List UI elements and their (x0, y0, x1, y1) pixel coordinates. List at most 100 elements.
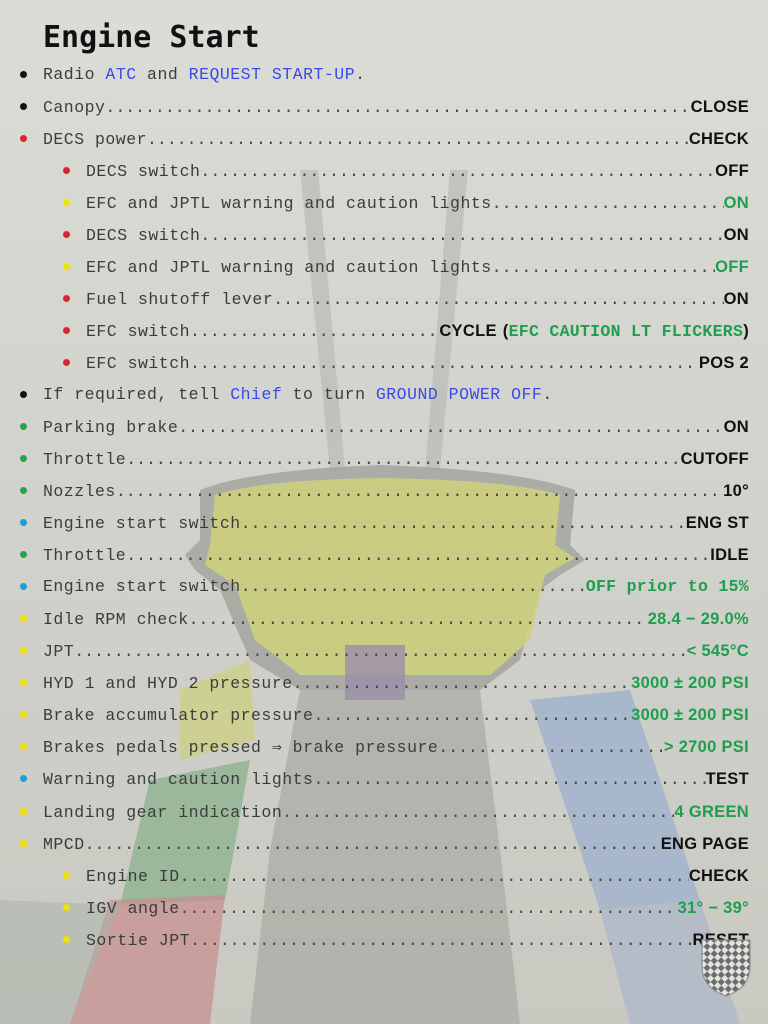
black-bullet-icon (20, 391, 27, 398)
red-bullet-icon (63, 327, 70, 334)
item-value: OFF (715, 162, 749, 180)
item-label: Brake accumulator pressure (43, 706, 314, 725)
chief-instruction: If required, tell Chief to turn GROUND P… (43, 384, 553, 406)
item-value: > 2700 PSI (663, 738, 749, 756)
item-label: MPCD (43, 835, 85, 854)
green-bullet-icon (20, 455, 27, 462)
black-bullet-icon (20, 103, 27, 110)
checklist-item-engine-start-eng-st: Engine start switch ENG ST (0, 512, 768, 534)
item-value: ON (723, 194, 749, 212)
green-bullet-icon (20, 487, 27, 494)
radio-instruction: Radio ATC and REQUEST START-UP. (43, 64, 366, 86)
item-label: DECS power (43, 130, 148, 149)
item-label: Fuel shutoff lever (86, 290, 274, 309)
item-label: EFC switch (86, 322, 191, 341)
atc-keyword: ATC (105, 65, 137, 84)
item-value: 3000 ± 200 PSI (631, 674, 749, 692)
black-bullet-icon (20, 71, 27, 78)
item-value: POS 2 (698, 354, 749, 372)
checklist-item-nozzles: Nozzles 10° (0, 480, 768, 502)
item-label: EFC switch (86, 354, 191, 373)
item-label: Brakes pedals pressed ⇒ brake pressure (43, 738, 439, 757)
radio-text-2: and (147, 65, 179, 84)
yellow-bullet-icon (63, 936, 70, 943)
red-bullet-icon (63, 167, 70, 174)
checklist-item-idle-rpm: Idle RPM check 28.4 − 29.0% (0, 608, 768, 630)
checkered-crest-icon (701, 939, 751, 997)
checklist-item-fuel-shutoff: Fuel shutoff lever ON (0, 288, 768, 310)
yellow-bullet-icon (20, 615, 27, 622)
item-value: TEST (705, 770, 749, 788)
checklist-item-efc-lights-off: EFC and JPTL warning and caution lights O… (0, 256, 768, 278)
item-label: Warning and caution lights (43, 770, 314, 789)
item-value: ON (723, 226, 749, 244)
checklist-item-brake-pedals: Brakes pedals pressed ⇒ brake pressure > … (0, 736, 768, 758)
checklist-item-efc-pos2: EFC switch POS 2 (0, 352, 768, 374)
item-label: Engine start switch (43, 514, 241, 533)
item-label: Landing gear indication (43, 803, 283, 822)
checklist-item-engine-start-off: Engine start switch OFF prior to 15% (0, 576, 768, 598)
item-value: 3000 ± 200 PSI (631, 706, 749, 724)
blue-bullet-icon (20, 775, 27, 782)
checklist-item-efc-lights-on: EFC and JPTL warning and caution lights O… (0, 192, 768, 214)
item-label: Parking brake (43, 418, 179, 437)
item-label: HYD 1 and HYD 2 pressure (43, 674, 293, 693)
request-start-up-keyword: REQUEST START-UP (188, 65, 356, 84)
checklist-item-igv-angle: IGV angle 31° − 39° (0, 897, 768, 919)
yellow-bullet-icon (20, 647, 27, 654)
red-bullet-icon (63, 231, 70, 238)
efc-caution-note: EFC CAUTION LT FLICKERS (508, 322, 744, 341)
item-value: OFF (715, 258, 749, 276)
checklist-item-landing-gear: Landing gear indication 4 GREEN (0, 801, 768, 823)
item-label: DECS switch (86, 226, 201, 245)
item-value: 10° (723, 482, 749, 500)
chief-keyword: Chief (230, 385, 283, 404)
checklist-item-sortie-jpt: Sortie JPTRESET (0, 929, 768, 951)
green-bullet-icon (20, 423, 27, 430)
item-label: Engine start switch (43, 577, 241, 596)
item-value: ON (723, 418, 749, 436)
page-title: Engine Start (43, 20, 260, 55)
yellow-bullet-icon (20, 808, 27, 815)
checklist-item-hyd-pressure: HYD 1 and HYD 2 pressure 3000 ± 200 PSI (0, 672, 768, 694)
checklist-item-decs-switch-on: DECS switch ON (0, 224, 768, 246)
item-value: ENG PAGE (660, 835, 749, 853)
item-label: Throttle (43, 546, 127, 565)
checklist-item-canopy: Canopy CLOSE (0, 96, 768, 118)
item-label: Canopy (43, 98, 106, 117)
checklist-item-chief: If required, tell Chief to turn GROUND P… (0, 384, 768, 406)
item-value: CUTOFF (680, 450, 749, 468)
item-value: ENG ST (685, 514, 749, 532)
checklist-item-mpcd: MPCD ENG PAGE (0, 833, 768, 855)
yellow-bullet-icon (63, 904, 70, 911)
radio-text-1: Radio (43, 65, 96, 84)
item-label: Sortie JPT (86, 931, 191, 950)
checklist-item-jpt: JPT < 545°C (0, 640, 768, 662)
yellow-bullet-icon (63, 263, 70, 270)
item-label: Nozzles (43, 482, 116, 501)
item-value: 31° − 39° (677, 899, 749, 917)
checklist-item-decs-power: DECS power CHECK (0, 128, 768, 150)
item-label: DECS switch (86, 162, 201, 181)
paren-close: ) (743, 322, 749, 340)
item-value: CLOSE (690, 98, 749, 116)
item-label: Engine ID (86, 867, 180, 886)
checklist-item-efc-cycle: EFC switchCYCLE(EFC CAUTION LT FLICKERS) (0, 320, 768, 342)
checklist-item-brake-accumulator: Brake accumulator pressure 3000 ± 200 PSI (0, 704, 768, 726)
item-label: EFC and JPTL warning and caution lights (86, 194, 492, 213)
checklist-item-warning-lights: Warning and caution lights TEST (0, 768, 768, 790)
ground-power-off-keyword: GROUND POWER OFF (375, 385, 543, 404)
checklist-item-parking-brake: Parking brake ON (0, 416, 768, 438)
item-value: ON (723, 290, 749, 308)
red-bullet-icon (63, 295, 70, 302)
checklist-item-decs-switch-off: DECS switch OFF (0, 160, 768, 182)
item-value: CHECK (688, 130, 749, 148)
yellow-bullet-icon (20, 840, 27, 847)
blue-bullet-icon (20, 583, 27, 590)
chief-text-2: to turn (292, 385, 366, 404)
item-label: Throttle (43, 450, 127, 469)
item-label: IGV angle (86, 899, 180, 918)
checklist-item-throttle-cutoff: Throttle CUTOFF (0, 448, 768, 470)
yellow-bullet-icon (20, 743, 27, 750)
yellow-bullet-icon (63, 199, 70, 206)
